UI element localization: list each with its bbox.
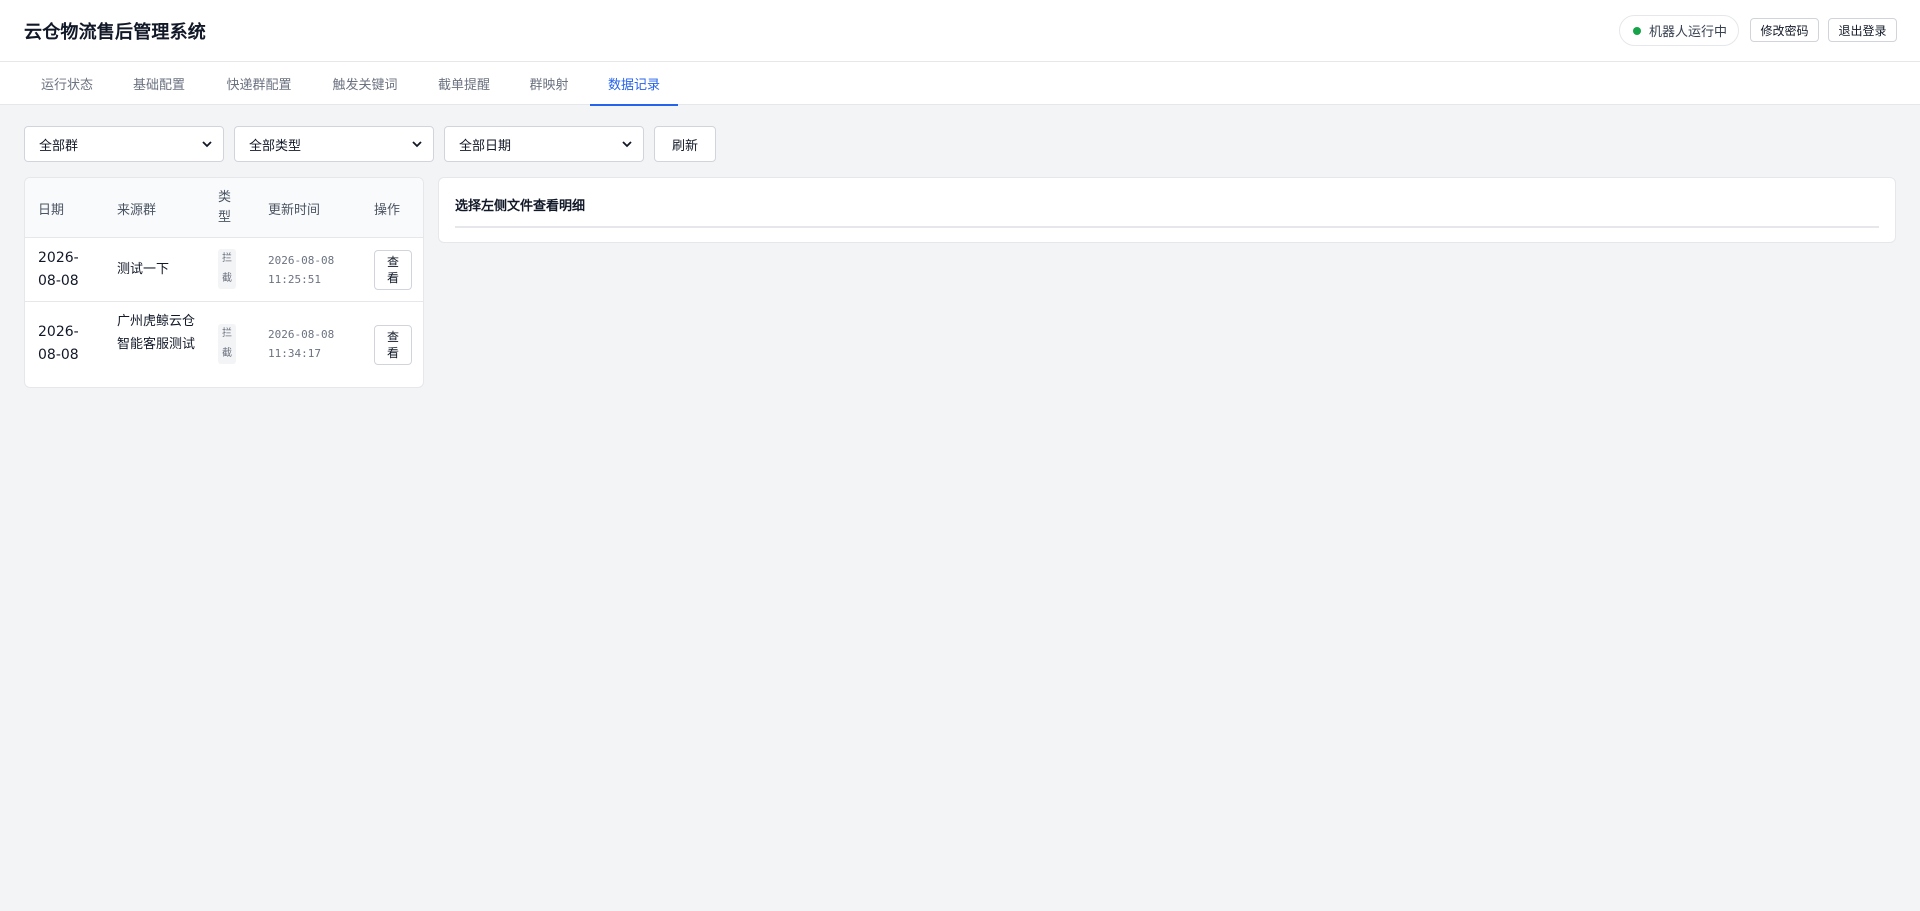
chevron-down-icon (202, 141, 212, 148)
detail-panel: 选择左侧文件查看明细 (438, 177, 1896, 243)
table-header-row: 日期 来源群 类型 更新时间 操作 (25, 178, 423, 238)
row-source-group: 测试一下 (117, 262, 170, 277)
date-filter-value: 全部日期 (459, 138, 512, 154)
row-type-badge: 拦截 (218, 324, 236, 364)
tab-express-group-config[interactable]: 快递群配置 (209, 62, 309, 105)
group-filter-value: 全部群 (39, 138, 79, 154)
row-source-group: 广州虎鲸云仓智能客服测试 (117, 314, 196, 352)
top-header: 云仓物流售后管理系统 机器人运行中 修改密码 退出登录 (0, 0, 1920, 62)
tab-group-mapping[interactable]: 群映射 (513, 62, 585, 105)
column-header-actions: 操作 (374, 202, 401, 218)
robot-status-text: 机器人运行中 (1649, 25, 1728, 40)
robot-status-badge: 机器人运行中 (1619, 15, 1739, 46)
records-table: 日期 来源群 类型 更新时间 操作 2026-08-08 测试一下 拦截 202… (24, 177, 424, 388)
detail-panel-title: 选择左侧文件查看明细 (455, 199, 586, 214)
tab-basic-config[interactable]: 基础配置 (116, 62, 202, 105)
table-row: 2026-08-08 广州虎鲸云仓智能客服测试 拦截 2026-08-08 11… (25, 302, 423, 387)
column-header-updated-time: 更新时间 (268, 202, 321, 218)
date-filter-select[interactable]: 全部日期 (444, 126, 644, 162)
status-dot-icon (1633, 26, 1641, 35)
chevron-down-icon (412, 141, 422, 148)
tab-cutoff-reminder[interactable]: 截单提醒 (421, 62, 507, 105)
refresh-button[interactable]: 刷新 (654, 126, 716, 162)
column-header-date: 日期 (38, 202, 65, 218)
row-updated-time: 2026-08-08 11:34:17 (268, 328, 335, 360)
change-password-button[interactable]: 修改密码 (1750, 18, 1819, 42)
tab-data-records[interactable]: 数据记录 (590, 62, 678, 106)
type-filter-select[interactable]: 全部类型 (234, 126, 434, 162)
group-filter-select[interactable]: 全部群 (24, 126, 224, 162)
chevron-down-icon (622, 141, 632, 148)
table-row: 2026-08-08 测试一下 拦截 2026-08-08 11:25:51 查… (25, 238, 423, 302)
tab-run-status[interactable]: 运行状态 (24, 62, 110, 105)
app-title: 云仓物流售后管理系统 (24, 22, 206, 43)
view-record-button[interactable]: 查看 (374, 325, 412, 365)
column-header-type: 类型 (218, 190, 232, 225)
row-date: 2026-08-08 (38, 324, 79, 363)
view-record-button[interactable]: 查看 (374, 250, 412, 290)
row-date: 2026-08-08 (38, 250, 79, 289)
detail-divider (455, 226, 1879, 228)
row-updated-time: 2026-08-08 11:25:51 (268, 254, 335, 286)
logout-button[interactable]: 退出登录 (1828, 18, 1897, 42)
main-tabs: 运行状态 基础配置 快递群配置 触发关键词 截单提醒 群映射 数据记录 (0, 62, 1920, 106)
type-filter-value: 全部类型 (249, 138, 302, 154)
tab-trigger-keywords[interactable]: 触发关键词 (315, 62, 415, 105)
column-header-source-group: 来源群 (117, 202, 157, 218)
row-type-badge: 拦截 (218, 249, 236, 289)
